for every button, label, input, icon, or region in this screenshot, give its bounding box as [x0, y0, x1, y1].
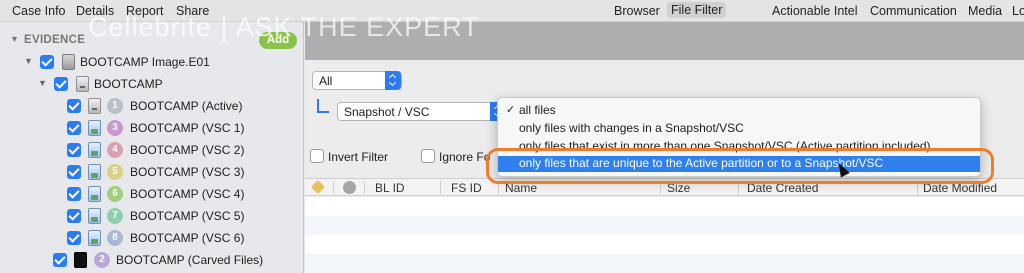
tree-item-label: BOOTCAMP (VSC 6) — [130, 231, 245, 245]
ignore-label: Ignore Fo — [439, 150, 491, 164]
snapshot-icon — [88, 230, 101, 246]
menu-details[interactable]: Details — [76, 4, 114, 18]
menu-lo-truncated[interactable]: Lo — [1012, 4, 1024, 18]
checkbox[interactable] — [67, 121, 81, 135]
source-number-badge: 3 — [107, 120, 123, 136]
tag-icon[interactable] — [310, 179, 326, 195]
tree-item-active[interactable]: 1 BOOTCAMP (Active) — [0, 96, 304, 116]
source-number-badge: 4 — [107, 142, 123, 158]
tree-item-label: BOOTCAMP (VSC 5) — [130, 209, 245, 223]
scope-select[interactable]: All — [312, 71, 402, 90]
source-number-badge: 6 — [107, 186, 123, 202]
tree-item-carved[interactable]: 2 BOOTCAMP (Carved Files) — [0, 250, 304, 270]
column-divider — [333, 181, 334, 194]
checkbox[interactable] — [67, 99, 81, 113]
tree-item-label: BOOTCAMP — [94, 77, 163, 91]
tree-item-label: BOOTCAMP (VSC 1) — [130, 121, 245, 135]
source-number-badge: 8 — [107, 230, 123, 246]
evidence-header: ▼ EVIDENCE Add — [0, 32, 304, 50]
view-browser[interactable]: Browser — [614, 4, 660, 18]
disclosure-triangle-icon[interactable]: ▼ — [24, 56, 33, 66]
ignore-checkbox[interactable] — [421, 149, 435, 163]
evidence-title: EVIDENCE — [24, 34, 86, 46]
menu-bar: Case Info Details Report Share Browser F… — [0, 0, 1024, 22]
tree-item-vsc6[interactable]: 8 BOOTCAMP (VSC 6) — [0, 228, 304, 248]
tree-item-vsc2[interactable]: 4 BOOTCAMP (VSC 2) — [0, 140, 304, 160]
snapshot-icon — [88, 164, 101, 180]
invert-filter-checkbox[interactable] — [310, 149, 324, 163]
tree-item-image[interactable]: ▼ BOOTCAMP Image.E01 — [0, 52, 304, 72]
view-file-filter[interactable]: File Filter — [667, 2, 727, 18]
chevron-updown-icon — [385, 71, 401, 90]
evidence-pane: ▼ EVIDENCE Add ▼ BOOTCAMP Image.E01 ▼ BO… — [0, 22, 304, 273]
menu-item-all-files[interactable]: ✓ all files — [498, 103, 980, 119]
tree-item-label: BOOTCAMP (VSC 2) — [130, 143, 245, 157]
pane-toolbar — [305, 22, 1024, 60]
snapshot-filter-select[interactable]: Snapshot / VSC — [337, 102, 507, 121]
menu-share[interactable]: Share — [176, 4, 209, 18]
snapshot-icon — [88, 120, 101, 136]
disk-image-icon — [62, 54, 75, 70]
filter-connector — [317, 99, 329, 113]
checkbox[interactable] — [67, 165, 81, 179]
column-header-bl-id[interactable]: BL ID — [375, 181, 405, 195]
menu-actionable-intel[interactable]: Actionable Intel — [772, 4, 857, 18]
menu-item-changed-in-snapshot[interactable]: only files with changes in a Snapshot/VS… — [498, 121, 980, 137]
menu-item-label: all files — [519, 103, 556, 117]
source-number-badge: 7 — [107, 208, 123, 224]
snapshot-icon — [88, 186, 101, 202]
tree-item-partition[interactable]: ▼ BOOTCAMP — [0, 74, 304, 94]
add-evidence-button[interactable]: Add — [259, 32, 297, 49]
tree-item-vsc1[interactable]: 3 BOOTCAMP (VSC 1) — [0, 118, 304, 138]
source-number-badge: 5 — [107, 164, 123, 180]
tree-item-vsc3[interactable]: 5 BOOTCAMP (VSC 3) — [0, 162, 304, 182]
menu-case-info[interactable]: Case Info — [12, 4, 66, 18]
disclosure-triangle-icon[interactable]: ▼ — [38, 78, 47, 88]
status-dot-icon[interactable] — [343, 181, 356, 194]
tree-item-label: BOOTCAMP (Active) — [130, 99, 243, 113]
source-number-badge: 1 — [107, 98, 123, 114]
tree-item-label: BOOTCAMP (VSC 3) — [130, 165, 245, 179]
file-table-body[interactable] — [305, 197, 1024, 273]
column-header-fs-id[interactable]: FS ID — [451, 181, 482, 195]
checkbox[interactable] — [53, 253, 67, 267]
menu-item-label: only files with changes in a Snapshot/VS… — [519, 121, 744, 135]
menu-communication[interactable]: Communication — [870, 4, 957, 18]
invert-filter-label: Invert Filter — [328, 150, 389, 164]
tree-item-label: BOOTCAMP Image.E01 — [80, 55, 210, 69]
tree-item-vsc4[interactable]: 6 BOOTCAMP (VSC 4) — [0, 184, 304, 204]
menu-media[interactable]: Media — [968, 4, 1002, 18]
highlight-callout — [486, 148, 994, 184]
disk-icon — [88, 98, 101, 114]
checkmark-icon: ✓ — [506, 104, 516, 116]
menu-report[interactable]: Report — [126, 4, 164, 18]
disclosure-triangle-icon[interactable]: ▼ — [10, 34, 19, 44]
checkbox[interactable] — [67, 209, 81, 223]
disk-icon — [76, 76, 89, 92]
snapshot-icon — [88, 208, 101, 224]
tree-item-vsc5[interactable]: 7 BOOTCAMP (VSC 5) — [0, 206, 304, 226]
scope-select-value: All — [319, 74, 333, 88]
checkbox[interactable] — [67, 231, 81, 245]
source-number-badge: 2 — [94, 252, 110, 268]
checkbox[interactable] — [67, 187, 81, 201]
checkbox[interactable] — [54, 77, 68, 91]
column-divider — [440, 181, 441, 194]
snapshot-icon — [88, 142, 101, 158]
checkbox[interactable] — [40, 55, 54, 69]
checkbox[interactable] — [67, 143, 81, 157]
tree-item-label: BOOTCAMP (VSC 4) — [130, 187, 245, 201]
snapshot-filter-value: Snapshot / VSC — [344, 105, 430, 119]
tree-item-label: BOOTCAMP (Carved Files) — [116, 253, 264, 267]
column-divider — [364, 181, 365, 194]
carved-files-icon — [74, 252, 87, 268]
